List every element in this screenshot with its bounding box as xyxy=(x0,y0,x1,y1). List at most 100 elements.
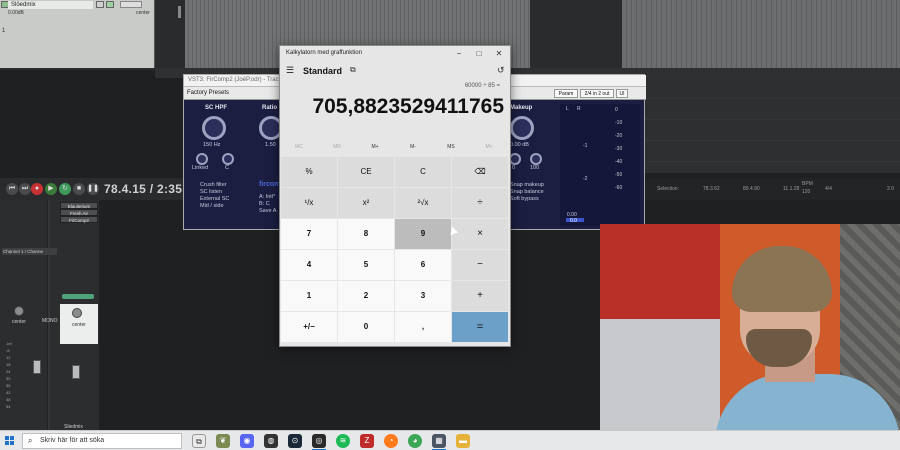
negate-key[interactable]: +/− xyxy=(281,312,337,342)
filezilla-icon[interactable]: Z xyxy=(360,434,374,448)
pause-icon[interactable]: ❚❚ xyxy=(87,183,99,195)
pan-bar[interactable] xyxy=(62,294,94,299)
fx-slot[interactable]: FirComp2 xyxy=(60,216,98,223)
digit-3-key[interactable]: 3 xyxy=(395,281,451,311)
preset-dropdown[interactable]: Factory Presets xyxy=(187,90,229,96)
memory-add-button[interactable]: M+ xyxy=(365,144,385,150)
close-icon[interactable]: ✕ xyxy=(492,48,506,60)
calculator-titlebar[interactable]: Kalkylatorn med graffunktion − □ ✕ xyxy=(280,46,510,62)
save-a[interactable]: Save A xyxy=(259,208,276,215)
digit-8-key[interactable]: 8 xyxy=(338,219,394,249)
time-signature[interactable]: 4/4 xyxy=(825,186,832,192)
steam-icon[interactable]: ⊙ xyxy=(288,434,302,448)
chrome-icon[interactable]: ◕ xyxy=(408,434,422,448)
maximize-icon[interactable]: □ xyxy=(472,48,486,60)
calculator-icon[interactable]: ▦ xyxy=(432,434,446,448)
reciprocal-key[interactable]: ¹/x xyxy=(281,188,337,218)
firefox-icon[interactable]: ◔ xyxy=(384,434,398,448)
snap-balance-option[interactable]: Snap balance xyxy=(510,189,544,196)
memory-store-button[interactable]: MS xyxy=(441,144,461,150)
decimal-key[interactable]: , xyxy=(395,312,451,342)
divide-key[interactable]: ÷ xyxy=(452,188,508,218)
square-key[interactable]: x² xyxy=(338,188,394,218)
go-end-icon[interactable]: ⏭ xyxy=(19,183,31,195)
memory-clear-button[interactable]: MC xyxy=(289,144,309,150)
play-icon[interactable]: ▶ xyxy=(45,183,57,195)
digit-4-key[interactable]: 4 xyxy=(281,250,337,280)
repeat-icon[interactable]: ↻ xyxy=(59,183,71,195)
digit-7-key[interactable]: 7 xyxy=(281,219,337,249)
automation-button[interactable] xyxy=(120,1,142,8)
task-view-icon[interactable]: ⧉ xyxy=(192,434,206,448)
media-item-right[interactable] xyxy=(622,0,900,68)
selection-length[interactable]: 11.1.28 xyxy=(783,186,799,192)
memory-subtract-button[interactable]: M- xyxy=(403,144,423,150)
digit-2-key[interactable]: 2 xyxy=(338,281,394,311)
io-button[interactable] xyxy=(106,1,114,8)
search-placeholder[interactable]: Skriv här för att söka xyxy=(40,437,104,444)
master-pan-knob[interactable] xyxy=(14,306,24,316)
master-fader[interactable] xyxy=(33,360,41,374)
sc-listen-option[interactable]: SC listen xyxy=(200,189,229,196)
memory-list-button[interactable]: M˅ xyxy=(479,144,499,150)
playrate[interactable]: 2.0 xyxy=(887,186,894,192)
add-key[interactable]: + xyxy=(452,281,508,311)
mid-side-option[interactable]: Mid / side xyxy=(200,203,229,210)
clear-entry-key[interactable]: CE xyxy=(338,157,394,187)
app-icon-plant[interactable]: ❦ xyxy=(216,434,230,448)
preset-b[interactable]: B: C xyxy=(259,201,276,208)
linked-knob[interactable] xyxy=(196,153,208,165)
digit-5-key[interactable]: 5 xyxy=(338,250,394,280)
bpm-value[interactable]: 120 xyxy=(802,189,810,195)
preset-a[interactable]: A: Init* xyxy=(259,194,276,201)
record-icon[interactable]: ● xyxy=(31,183,43,195)
io-routing-button[interactable]: 2/4 in 2 out xyxy=(580,89,614,98)
discord-icon[interactable]: ◉ xyxy=(240,434,254,448)
digit-1-key[interactable]: 1 xyxy=(281,281,337,311)
ui-button[interactable]: UI xyxy=(616,89,628,98)
digit-0-key[interactable]: 0 xyxy=(338,312,394,342)
file-explorer-icon[interactable]: ▬ xyxy=(456,434,470,448)
track-fader[interactable] xyxy=(72,365,80,379)
minimize-icon[interactable]: − xyxy=(452,48,466,60)
percent-key[interactable]: % xyxy=(281,157,337,187)
external-sc-option[interactable]: External SC xyxy=(200,196,229,203)
multiply-key[interactable]: × xyxy=(452,219,508,249)
fx-slot[interactable]: Blauiterium xyxy=(60,202,98,209)
equals-key[interactable]: = xyxy=(452,312,508,342)
selection-end[interactable]: 89.4.90 xyxy=(743,186,760,192)
fx-button[interactable] xyxy=(96,1,104,8)
obs-icon[interactable]: ◍ xyxy=(264,434,278,448)
backspace-key[interactable]: ⌫ xyxy=(452,157,508,187)
taskbar-search[interactable]: ⌕ Skriv här för att söka xyxy=(22,433,182,449)
c-knob[interactable] xyxy=(222,153,234,165)
history-icon[interactable]: ↺ xyxy=(497,65,505,76)
param-button[interactable]: Param xyxy=(554,89,578,98)
track-pan[interactable]: center xyxy=(136,10,150,16)
sc-hpf-knob[interactable] xyxy=(202,116,226,140)
sqrt-key[interactable]: ²√x xyxy=(395,188,451,218)
keep-on-top-icon[interactable]: ⧉ xyxy=(350,65,356,75)
makeup-small-knob-2[interactable] xyxy=(530,153,542,165)
reaper-icon[interactable]: ◎ xyxy=(312,434,326,448)
digit-9-key[interactable]: 9 xyxy=(395,219,451,249)
track-name[interactable]: Slöedmix xyxy=(8,1,93,9)
go-start-icon[interactable]: ⏮ xyxy=(6,183,18,195)
track-control-panel[interactable]: Slöedmix 0.00dB center 1 xyxy=(0,0,155,68)
makeup-knob[interactable] xyxy=(510,116,534,140)
windows-start-icon[interactable] xyxy=(5,436,15,446)
snap-makeup-option[interactable]: Snap makeup xyxy=(510,182,544,189)
clear-key[interactable]: C xyxy=(395,157,451,187)
track-scrollbar[interactable] xyxy=(178,6,181,18)
track-volume[interactable]: 0.00dB xyxy=(8,10,24,16)
stop-icon[interactable]: ■ xyxy=(73,183,85,195)
menu-icon[interactable]: ☰ xyxy=(286,65,294,76)
soft-bypass-option[interactable]: Soft bypass xyxy=(510,196,544,203)
crush-filter-option[interactable]: Crush filter xyxy=(200,182,229,189)
subtract-key[interactable]: − xyxy=(452,250,508,280)
spotify-icon[interactable]: ≋ xyxy=(336,434,350,448)
digit-6-key[interactable]: 6 xyxy=(395,250,451,280)
selection-start[interactable]: 78.3.62 xyxy=(703,186,720,192)
memory-recall-button[interactable]: MR xyxy=(327,144,347,150)
fx-slot[interactable]: Fresh Air xyxy=(60,209,98,216)
